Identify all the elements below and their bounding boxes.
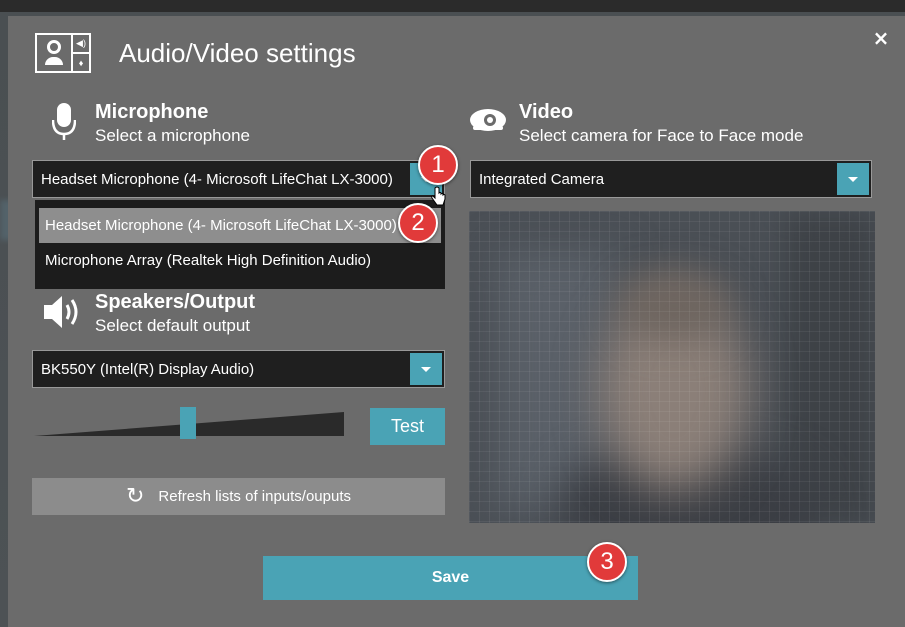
video-subtitle: Select camera for Face to Face mode	[519, 126, 804, 145]
microphone-subtitle: Select a microphone	[95, 126, 250, 145]
dialog-title: Audio/Video settings	[119, 38, 356, 68]
save-button[interactable]: Save	[263, 556, 638, 600]
speaker-small-icon: ◀)	[73, 35, 89, 54]
speakers-subtitle: Select default output	[95, 316, 251, 335]
av-settings-icon: ◀) ♦	[35, 33, 91, 73]
microphone-select-value: Headset Microphone (4- Microsoft LifeCha…	[41, 170, 393, 188]
callout-badge: 2	[398, 203, 438, 243]
close-button[interactable]: ×	[871, 28, 891, 48]
camera-select[interactable]: Integrated Camera	[470, 160, 872, 198]
speakers-select-value: BK550Y (Intel(R) Display Audio)	[41, 360, 255, 378]
microphone-title: Microphone	[95, 101, 209, 123]
refresh-button[interactable]: ↻ Refresh lists of inputs/ouputs	[32, 478, 445, 515]
hand-cursor-icon	[431, 186, 446, 206]
callout-badge: 3	[587, 542, 627, 582]
chevron-down-icon[interactable]	[410, 353, 442, 385]
mic-small-icon: ♦	[78, 57, 84, 68]
speaker-icon	[44, 296, 78, 328]
video-title: Video	[519, 101, 574, 123]
microphone-dropdown-list: Headset Microphone (4- Microsoft LifeCha…	[35, 200, 445, 289]
av-settings-dialog: × ◀) ♦ Audio/Video settings Microphone S…	[8, 16, 905, 627]
test-button[interactable]: Test	[370, 408, 445, 445]
volume-slider-thumb[interactable]	[180, 407, 196, 439]
camera-preview	[469, 211, 875, 523]
chevron-down-icon[interactable]	[837, 163, 869, 195]
microphone-select[interactable]: Headset Microphone (4- Microsoft LifeCha…	[32, 160, 445, 198]
webcam-icon	[37, 35, 73, 71]
refresh-icon: ↻	[125, 484, 145, 509]
microphone-option[interactable]: Headset Microphone (4- Microsoft LifeCha…	[39, 208, 441, 243]
callout-badge: 1	[418, 145, 458, 185]
speakers-title: Speakers/Output	[95, 291, 256, 313]
microphone-option[interactable]: Microphone Array (Realtek High Definitio…	[35, 243, 445, 278]
microphone-icon	[52, 103, 76, 140]
refresh-button-label: Refresh lists of inputs/ouputs	[158, 488, 352, 505]
camera-icon	[470, 109, 506, 131]
speakers-select[interactable]: BK550Y (Intel(R) Display Audio)	[32, 350, 445, 388]
camera-select-value: Integrated Camera	[479, 170, 605, 188]
